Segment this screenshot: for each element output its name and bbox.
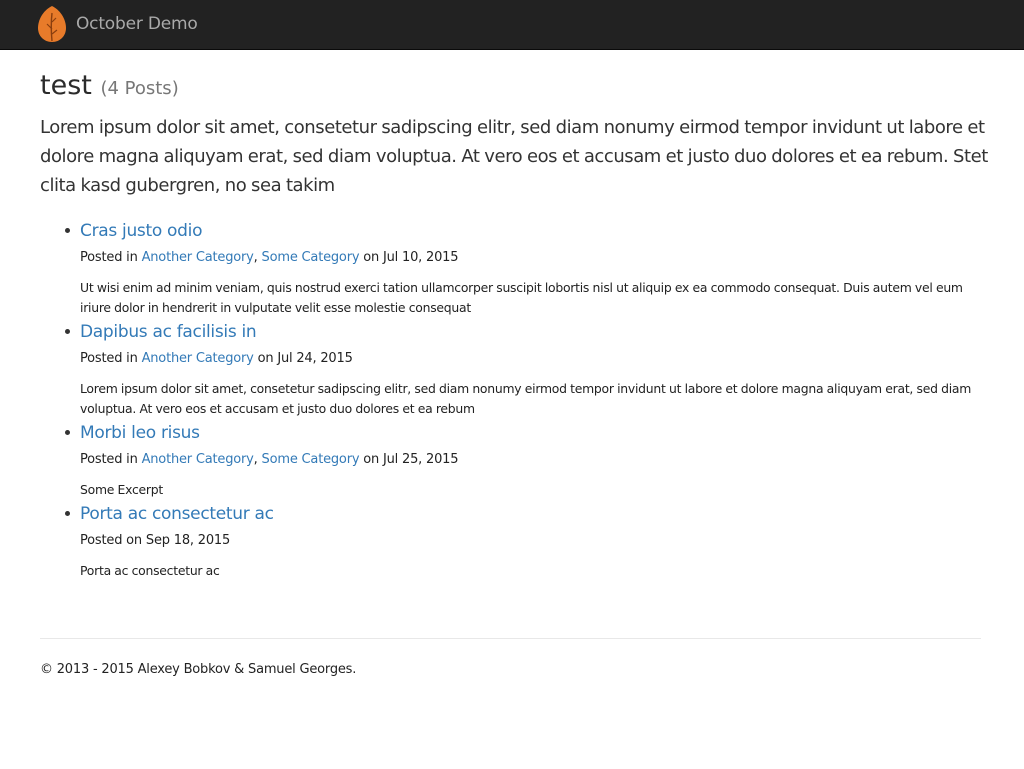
posted-in-label: Posted in bbox=[80, 452, 142, 467]
posted-in-label: Posted in bbox=[80, 250, 142, 265]
category-description: Lorem ipsum dolor sit amet, consetetur s… bbox=[40, 117, 988, 196]
post-title: Porta ac consectetur ac bbox=[80, 500, 990, 528]
posted-in-label: Posted in bbox=[80, 351, 142, 366]
post-count: (4 Posts) bbox=[100, 78, 179, 99]
category-link[interactable]: Some Category bbox=[262, 250, 360, 265]
post-excerpt: Some Excerpt bbox=[80, 482, 163, 497]
category-separator: , bbox=[253, 250, 262, 265]
navbar: October Demo bbox=[0, 0, 1024, 50]
post-excerpt: Ut wisi enim ad minim veniam, quis nostr… bbox=[80, 280, 963, 315]
post-list: Cras justo odio Posted in Another Catego… bbox=[65, 217, 990, 581]
post-title-link[interactable]: Morbi leo risus bbox=[80, 423, 200, 443]
brand-name: October Demo bbox=[76, 14, 198, 34]
post-title-link[interactable]: Dapibus ac facilisis in bbox=[80, 322, 257, 342]
bullet-icon bbox=[65, 430, 70, 435]
list-item: Morbi leo risus Posted in Another Catego… bbox=[65, 419, 990, 500]
post-title: Dapibus ac facilisis in bbox=[80, 318, 990, 346]
bullet-icon bbox=[65, 329, 70, 334]
post-title: Cras justo odio bbox=[80, 217, 990, 245]
bullet-icon bbox=[65, 228, 70, 233]
list-item: Porta ac consectetur ac Posted on Sep 18… bbox=[65, 500, 990, 581]
page-title: test (4 Posts) bbox=[40, 70, 179, 105]
bullet-icon bbox=[65, 511, 70, 516]
post-date: on Jul 10, 2015 bbox=[359, 250, 459, 265]
footer-copyright: © 2013 - 2015 Alexey Bobkov & Samuel Geo… bbox=[40, 662, 357, 677]
category-link[interactable]: Another Category bbox=[142, 250, 254, 265]
post-date: on Jul 25, 2015 bbox=[359, 452, 459, 467]
post-title-link[interactable]: Cras justo odio bbox=[80, 221, 202, 241]
october-leaf-icon bbox=[37, 5, 67, 43]
post-meta: Posted on Sep 18, 2015 bbox=[80, 531, 990, 551]
brand-link[interactable]: October Demo bbox=[37, 5, 198, 43]
list-item: Cras justo odio Posted in Another Catego… bbox=[65, 217, 990, 318]
category-link[interactable]: Another Category bbox=[142, 351, 254, 366]
post-title-link[interactable]: Porta ac consectetur ac bbox=[80, 504, 274, 524]
post-meta: Posted in Another Category on Jul 24, 20… bbox=[80, 349, 990, 369]
list-item: Dapibus ac facilisis in Posted in Anothe… bbox=[65, 318, 990, 419]
post-excerpt: Porta ac consectetur ac bbox=[80, 563, 220, 578]
post-meta: Posted in Another Category, Some Categor… bbox=[80, 248, 990, 268]
posted-label: Posted bbox=[80, 533, 123, 548]
post-meta: Posted in Another Category, Some Categor… bbox=[80, 450, 990, 470]
post-title: Morbi leo risus bbox=[80, 419, 990, 447]
footer-divider bbox=[40, 638, 981, 639]
post-date: on Sep 18, 2015 bbox=[122, 533, 231, 548]
category-link[interactable]: Another Category bbox=[142, 452, 254, 467]
post-excerpt: Lorem ipsum dolor sit amet, consetetur s… bbox=[80, 381, 972, 416]
category-separator: , bbox=[253, 452, 262, 467]
post-date: on Jul 24, 2015 bbox=[253, 351, 353, 366]
category-name: test bbox=[40, 70, 92, 101]
category-link[interactable]: Some Category bbox=[262, 452, 360, 467]
